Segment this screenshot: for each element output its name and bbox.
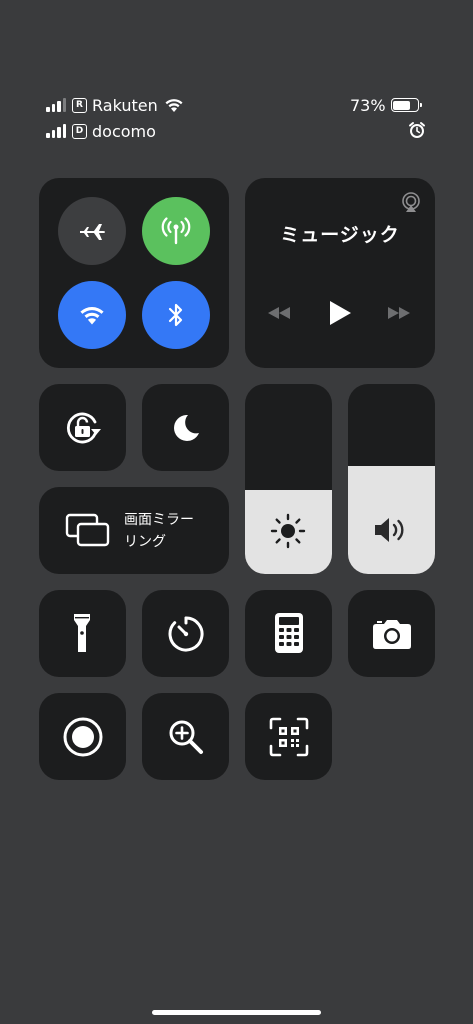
alarm-clock-icon xyxy=(409,122,425,138)
brightness-slider[interactable] xyxy=(245,384,332,574)
magnifier-icon xyxy=(169,720,203,754)
airplane-icon xyxy=(80,224,105,240)
battery-status: 73% xyxy=(350,94,422,116)
qr-code-icon xyxy=(269,717,309,757)
flashlight-button[interactable] xyxy=(39,590,126,677)
camera-icon xyxy=(373,620,411,649)
signal-bars-icon xyxy=(46,98,66,112)
sim2-carrier: docomo xyxy=(92,121,156,141)
screen-mirroring-icon xyxy=(65,513,110,547)
flashlight-icon xyxy=(74,614,90,652)
cellular-antenna-icon xyxy=(161,217,191,245)
orientation-lock-button[interactable] xyxy=(39,384,126,471)
battery-icon xyxy=(390,98,422,112)
sim2-status: D docomo xyxy=(46,120,156,142)
screen-mirroring-button[interactable]: 画面ミラー リング xyxy=(39,487,229,574)
signal-bars-icon xyxy=(46,124,66,138)
cellular-data-button[interactable] xyxy=(142,197,210,265)
sim1-status: R Rakuten xyxy=(46,94,185,116)
music-tile[interactable]: ミュージック xyxy=(245,178,435,368)
wifi-icon xyxy=(80,307,104,325)
battery-percent: 73% xyxy=(350,95,386,115)
sim1-badge: R xyxy=(72,97,87,113)
rewind-icon[interactable] xyxy=(266,305,292,321)
calculator-button[interactable] xyxy=(245,590,332,677)
fast-forward-icon[interactable] xyxy=(386,305,412,321)
sun-icon xyxy=(270,513,306,549)
screen-mirroring-label: 画面ミラー リング xyxy=(124,512,194,550)
screen-recording-button[interactable] xyxy=(39,693,126,780)
record-icon xyxy=(63,717,103,757)
timer-icon xyxy=(168,616,204,652)
home-indicator[interactable] xyxy=(152,1010,321,1015)
music-title: ミュージック xyxy=(280,224,400,246)
sim1-carrier: Rakuten xyxy=(92,95,158,115)
wifi-status-icon xyxy=(165,99,183,112)
volume-slider[interactable] xyxy=(348,384,435,574)
moon-icon xyxy=(174,414,199,441)
airplay-icon[interactable] xyxy=(400,191,422,213)
calculator-icon xyxy=(275,613,303,653)
connectivity-tile xyxy=(39,178,229,368)
timer-button[interactable] xyxy=(142,590,229,677)
camera-button[interactable] xyxy=(348,590,435,677)
bluetooth-icon xyxy=(168,303,183,327)
do-not-disturb-button[interactable] xyxy=(142,384,229,471)
rotation-lock-icon xyxy=(67,412,101,444)
speaker-icon xyxy=(375,518,404,542)
wifi-button[interactable] xyxy=(58,281,126,349)
bluetooth-button[interactable] xyxy=(142,281,210,349)
magnifier-button[interactable] xyxy=(142,693,229,780)
sim2-badge: D xyxy=(72,123,87,139)
play-icon[interactable] xyxy=(327,299,353,327)
qr-scanner-button[interactable] xyxy=(245,693,332,780)
airplane-mode-button[interactable] xyxy=(58,197,126,265)
